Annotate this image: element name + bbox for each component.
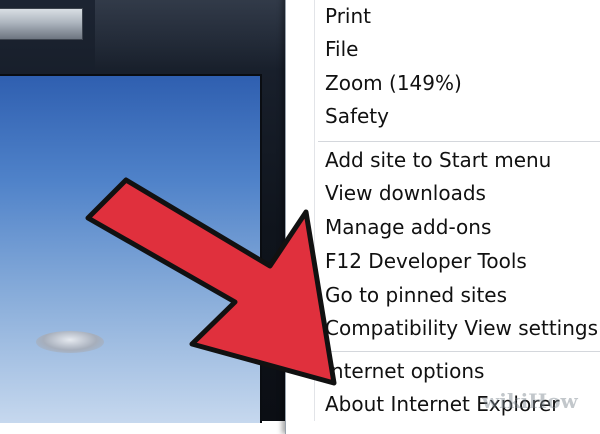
titlebar-tab[interactable] [0,8,83,40]
menu-item-add-site-to-start-menu[interactable]: Add site to Start menu [325,145,551,175]
menu-separator [318,141,600,142]
menu-item-manage-add-ons[interactable]: Manage add-ons [325,212,491,242]
menu-item-print[interactable]: Print [325,1,371,31]
menu-item-compatibility-view-settings[interactable]: Compatibility View settings [325,313,598,343]
menu-item-safety[interactable]: Safety [325,101,389,131]
browser-viewport[interactable] [0,74,262,423]
menu-item-internet-options[interactable]: Internet options [325,356,484,386]
menu-item-developer-tools[interactable]: F12 Developer Tools [325,246,527,276]
menu-item-pinned-sites[interactable]: Go to pinned sites [325,280,507,310]
menu-item-zoom[interactable]: Zoom (149%) [325,68,462,98]
menu-item-view-downloads[interactable]: View downloads [325,178,486,208]
frame-glass-reflection [95,0,290,70]
menu-separator [318,351,600,352]
browser-window-frame [0,0,290,423]
menu-gutter-line [314,0,315,421]
background-shape [36,331,104,353]
menu-item-file[interactable]: File [325,34,358,64]
menu-item-about-internet-explorer[interactable]: About Internet Explorer [325,389,560,419]
